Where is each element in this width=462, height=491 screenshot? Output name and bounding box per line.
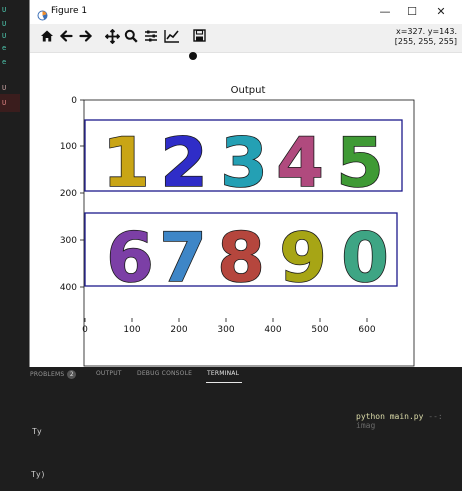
y-tick-label: 200 xyxy=(60,189,77,199)
tab-output[interactable]: OUTPUT xyxy=(96,370,122,377)
terminal-output-line-1: Ty xyxy=(32,427,42,436)
digit-glyph: 2 xyxy=(160,124,207,203)
digits-row-bottom: 67890 xyxy=(106,218,390,299)
zoom-icon[interactable] xyxy=(123,29,139,45)
gutter-status-6: U xyxy=(2,84,7,92)
plot-title: Output xyxy=(231,85,266,96)
y-tick-label: 100 xyxy=(60,142,77,152)
y-axis: 0 100 200 300 400 xyxy=(60,96,84,293)
active-tab-indicator xyxy=(206,382,242,383)
x-tick-label: 500 xyxy=(311,325,328,335)
mouse-cursor-dot xyxy=(189,52,197,60)
digit-glyph: 3 xyxy=(220,124,267,203)
gutter-status-3: U xyxy=(2,32,7,40)
coordinate-readout: x=327. y=143. [255, 255, 255] xyxy=(395,27,457,47)
digit-glyph: 4 xyxy=(276,124,323,203)
figure-window: Figure 1 — ☐ ✕ x=327. y=143. [255, 255, … xyxy=(29,0,462,367)
forward-arrow-icon[interactable] xyxy=(78,29,94,45)
terminal-command: python main.py xyxy=(356,412,424,421)
plot-canvas[interactable]: Output 12345 67890 0 100 200 300 400 0 1… xyxy=(30,52,462,367)
configure-subplots-icon[interactable] xyxy=(143,29,159,45)
panel-tab-bar: PROBLEMS 2 OUTPUT DEBUG CONSOLE TERMINAL xyxy=(0,367,462,385)
digit-glyph: 7 xyxy=(159,219,206,298)
gutter-status-2: U xyxy=(2,20,7,28)
digit-glyph: 9 xyxy=(279,219,326,298)
pan-icon[interactable] xyxy=(104,28,120,45)
digit-glyph: 8 xyxy=(217,219,264,298)
y-tick-label: 300 xyxy=(60,236,77,246)
tab-debug-console[interactable]: DEBUG CONSOLE xyxy=(137,370,192,377)
window-title: Figure 1 xyxy=(51,6,88,16)
tab-problems[interactable]: PROBLEMS 2 xyxy=(30,370,77,379)
x-tick-label: 0 xyxy=(82,325,88,335)
close-button[interactable]: ✕ xyxy=(430,3,452,21)
titlebar[interactable]: Figure 1 — ☐ ✕ xyxy=(30,0,462,24)
x-tick-label: 400 xyxy=(264,325,281,335)
digit-glyph: 0 xyxy=(341,219,388,298)
matplotlib-logo-icon xyxy=(37,6,48,25)
gutter-status-7: U xyxy=(2,99,7,107)
navigation-toolbar: x=327. y=143. [255, 255, 255] xyxy=(30,24,462,53)
editor-gutter: U U U e e U U xyxy=(0,0,20,491)
y-tick-label: 400 xyxy=(60,283,77,293)
x-tick-label: 300 xyxy=(217,325,234,335)
edit-axis-icon[interactable] xyxy=(164,29,180,45)
x-tick-label: 100 xyxy=(123,325,140,335)
x-tick-label: 600 xyxy=(358,325,375,335)
y-tick-label: 0 xyxy=(71,96,77,106)
terminal-command-line: python main.py --: imag xyxy=(356,412,462,430)
tab-terminal[interactable]: TERMINAL xyxy=(207,370,239,377)
digits-row-top: 12345 xyxy=(102,123,385,204)
terminal-output-line-2: Ty) xyxy=(31,470,46,479)
minimize-button[interactable]: — xyxy=(374,3,396,21)
x-tick-label: 200 xyxy=(170,325,187,335)
problems-count-badge: 2 xyxy=(67,370,77,379)
coordinate-xy: x=327. y=143. xyxy=(395,27,457,36)
coordinate-rgb: [255, 255, 255] xyxy=(394,37,457,46)
gutter-status-5: e xyxy=(2,58,7,66)
digit-glyph: 1 xyxy=(102,124,149,203)
maximize-button[interactable]: ☐ xyxy=(401,3,423,21)
tab-problems-label: PROBLEMS xyxy=(30,371,65,378)
gutter-status-1: U xyxy=(2,6,7,14)
back-arrow-icon[interactable] xyxy=(58,29,74,45)
digit-glyph: 5 xyxy=(336,124,383,203)
gutter-status-4: e xyxy=(2,44,7,52)
home-icon[interactable] xyxy=(39,29,55,45)
save-icon[interactable] xyxy=(191,29,207,45)
digit-glyph: 6 xyxy=(106,219,153,298)
